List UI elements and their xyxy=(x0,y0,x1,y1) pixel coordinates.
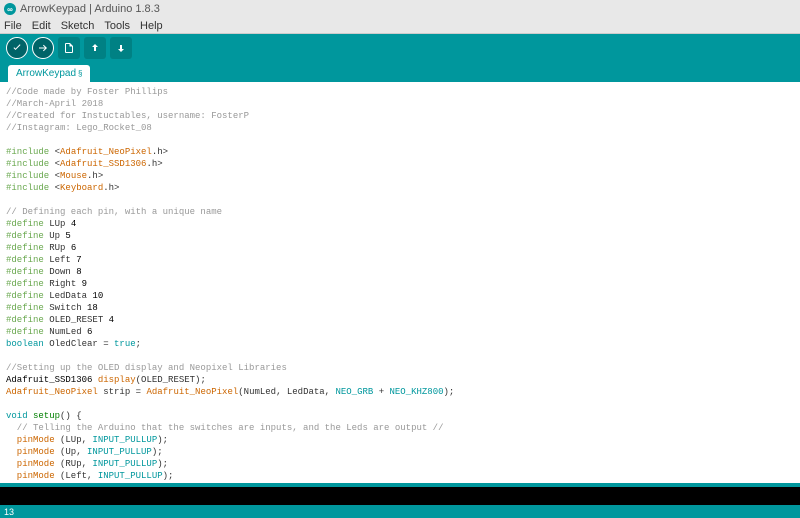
console[interactable] xyxy=(0,487,800,505)
code-editor[interactable]: //Code made by Foster Phillips //March-A… xyxy=(0,82,800,483)
tab-arrowkeypad[interactable]: ArrowKeypad§ xyxy=(8,65,90,82)
new-file-icon xyxy=(63,42,75,54)
arrow-down-icon xyxy=(115,42,127,54)
comment: //Created for Instuctables, username: Fo… xyxy=(6,111,249,121)
menu-help[interactable]: Help xyxy=(140,20,163,32)
comment: //Code made by Foster Phillips xyxy=(6,87,168,97)
menu-edit[interactable]: Edit xyxy=(32,20,51,32)
window-title: ArrowKeypad | Arduino 1.8.3 xyxy=(20,3,160,15)
menu-file[interactable]: File xyxy=(4,20,22,32)
arrow-up-icon xyxy=(89,42,101,54)
toolbar xyxy=(0,34,800,62)
footer: 13 xyxy=(0,505,800,518)
verify-button[interactable] xyxy=(6,37,28,59)
comment: //Instagram: Lego_Rocket_08 xyxy=(6,123,152,133)
tab-strip: ArrowKeypad§ xyxy=(0,62,800,82)
comment: //Setting up the OLED display and Neopix… xyxy=(6,363,287,373)
upload-button[interactable] xyxy=(32,37,54,59)
line-number: 13 xyxy=(4,507,14,517)
titlebar: ∞ ArrowKeypad | Arduino 1.8.3 xyxy=(0,0,800,18)
open-button[interactable] xyxy=(84,37,106,59)
arduino-logo-icon: ∞ xyxy=(4,3,16,15)
menubar: File Edit Sketch Tools Help xyxy=(0,18,800,34)
arrow-right-icon xyxy=(37,42,49,54)
save-button[interactable] xyxy=(110,37,132,59)
comment: // Defining each pin, with a unique name xyxy=(6,207,222,217)
new-button[interactable] xyxy=(58,37,80,59)
menu-sketch[interactable]: Sketch xyxy=(61,20,95,32)
comment: // Telling the Arduino that the switches… xyxy=(6,423,443,433)
comment: //March-April 2018 xyxy=(6,99,103,109)
check-icon xyxy=(11,42,23,54)
menu-tools[interactable]: Tools xyxy=(104,20,130,32)
